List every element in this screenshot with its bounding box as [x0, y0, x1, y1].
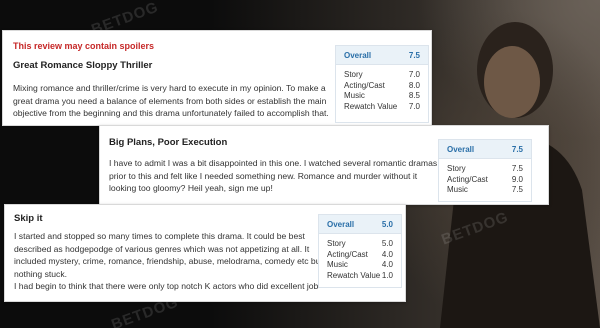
- rating-box: Overall 7.5 Story 7.0 Acting/Cast 8.0 Musi…: [335, 45, 429, 123]
- review-card: This review may contain spoilers Great R…: [2, 30, 432, 126]
- rating-value: 7.5: [511, 185, 523, 194]
- overall-label: Overall: [327, 219, 355, 229]
- rating-row: Music 7.5: [439, 185, 531, 196]
- rating-value: 4.0: [381, 249, 393, 259]
- rating-row: Rewatch Value 1.0: [319, 271, 401, 282]
- rating-row: Story 7.5: [439, 164, 531, 175]
- rating-row: Music 4.0: [319, 260, 401, 271]
- review-title: Big Plans, Poor Execution: [109, 137, 228, 148]
- overall-label: Overall: [447, 144, 475, 154]
- overall-rating: Overall 7.5: [439, 140, 531, 159]
- review-line: objective from the beginning and this dr…: [13, 108, 329, 118]
- review-line: prior to this and felt like I needed som…: [109, 170, 418, 181]
- review-line: included mystery, crime, romance, friend…: [14, 256, 323, 266]
- review-body: I started and stopped so many times to c…: [14, 230, 324, 293]
- review-line: great drama you need a balance of elemen…: [13, 95, 327, 106]
- rating-label: Acting/Cast: [344, 80, 385, 90]
- rating-box: Overall 5.0 Story 5.0 Acting/Cast 4.0 Musi…: [318, 214, 402, 288]
- rating-label: Acting/Cast: [447, 174, 488, 184]
- rating-value: 7.5: [511, 164, 523, 173]
- overall-label: Overall: [344, 50, 372, 60]
- spoiler-warning: This review may contain spoilers: [13, 41, 155, 51]
- rating-row: Story 7.0: [336, 70, 428, 81]
- review-line: Mixing romance and thriller/crime is ver…: [13, 83, 326, 93]
- review-title: Skip it: [14, 213, 43, 224]
- rating-row: Acting/Cast 8.0: [336, 81, 428, 92]
- rating-value: 9.0: [511, 174, 523, 184]
- rating-label: Acting/Cast: [327, 249, 368, 259]
- rating-label: Music: [327, 260, 348, 269]
- rating-label: Music: [344, 91, 365, 100]
- rating-value: 7.0: [408, 70, 420, 79]
- rating-row: Acting/Cast 4.0: [319, 250, 401, 261]
- rating-label: Story: [327, 239, 346, 248]
- review-card: Big Plans, Poor Execution I have to admi…: [99, 125, 549, 205]
- rating-label: Music: [447, 185, 468, 194]
- rating-value: 7.0: [408, 101, 420, 111]
- overall-value: 7.5: [408, 50, 420, 60]
- review-card: Skip it I started and stopped so many ti…: [4, 204, 406, 302]
- review-line: looking too gloomy? Heil yeah, sign me u…: [109, 183, 273, 193]
- rating-value: 8.5: [408, 91, 420, 100]
- rating-value: 4.0: [381, 260, 393, 269]
- overall-value: 5.0: [381, 219, 393, 229]
- rating-label: Story: [344, 70, 363, 79]
- rating-label: Rewatch Value: [327, 270, 381, 280]
- rating-row: Story 5.0: [319, 239, 401, 250]
- review-line: nothing stuck.: [14, 268, 68, 279]
- review-line: described as hodgepodge of various genre…: [14, 243, 310, 254]
- rating-box: Overall 7.5 Story 7.5 Acting/Cast 9.0 Musi…: [438, 139, 532, 202]
- rating-row: Rewatch Value 7.0: [336, 102, 428, 113]
- overall-rating: Overall 5.0: [319, 215, 401, 234]
- review-body: I have to admit I was a bit disappointed…: [109, 157, 449, 195]
- review-line: I started and stopped so many times to c…: [14, 231, 305, 241]
- overall-value: 7.5: [511, 144, 523, 154]
- review-title: Great Romance Sloppy Thriller: [13, 60, 153, 71]
- rating-label: Rewatch Value: [344, 101, 398, 111]
- rating-row: Music 8.5: [336, 91, 428, 102]
- rating-value: 5.0: [381, 239, 393, 248]
- review-body: Mixing romance and thriller/crime is ver…: [13, 82, 343, 120]
- review-line: I had begin to think that there were onl…: [14, 281, 319, 291]
- overall-rating: Overall 7.5: [336, 46, 428, 65]
- review-line: I have to admit I was a bit disappointed…: [109, 158, 438, 168]
- rating-row: Acting/Cast 9.0: [439, 175, 531, 186]
- rating-label: Story: [447, 164, 466, 173]
- rating-value: 8.0: [408, 80, 420, 90]
- rating-value: 1.0: [381, 270, 393, 280]
